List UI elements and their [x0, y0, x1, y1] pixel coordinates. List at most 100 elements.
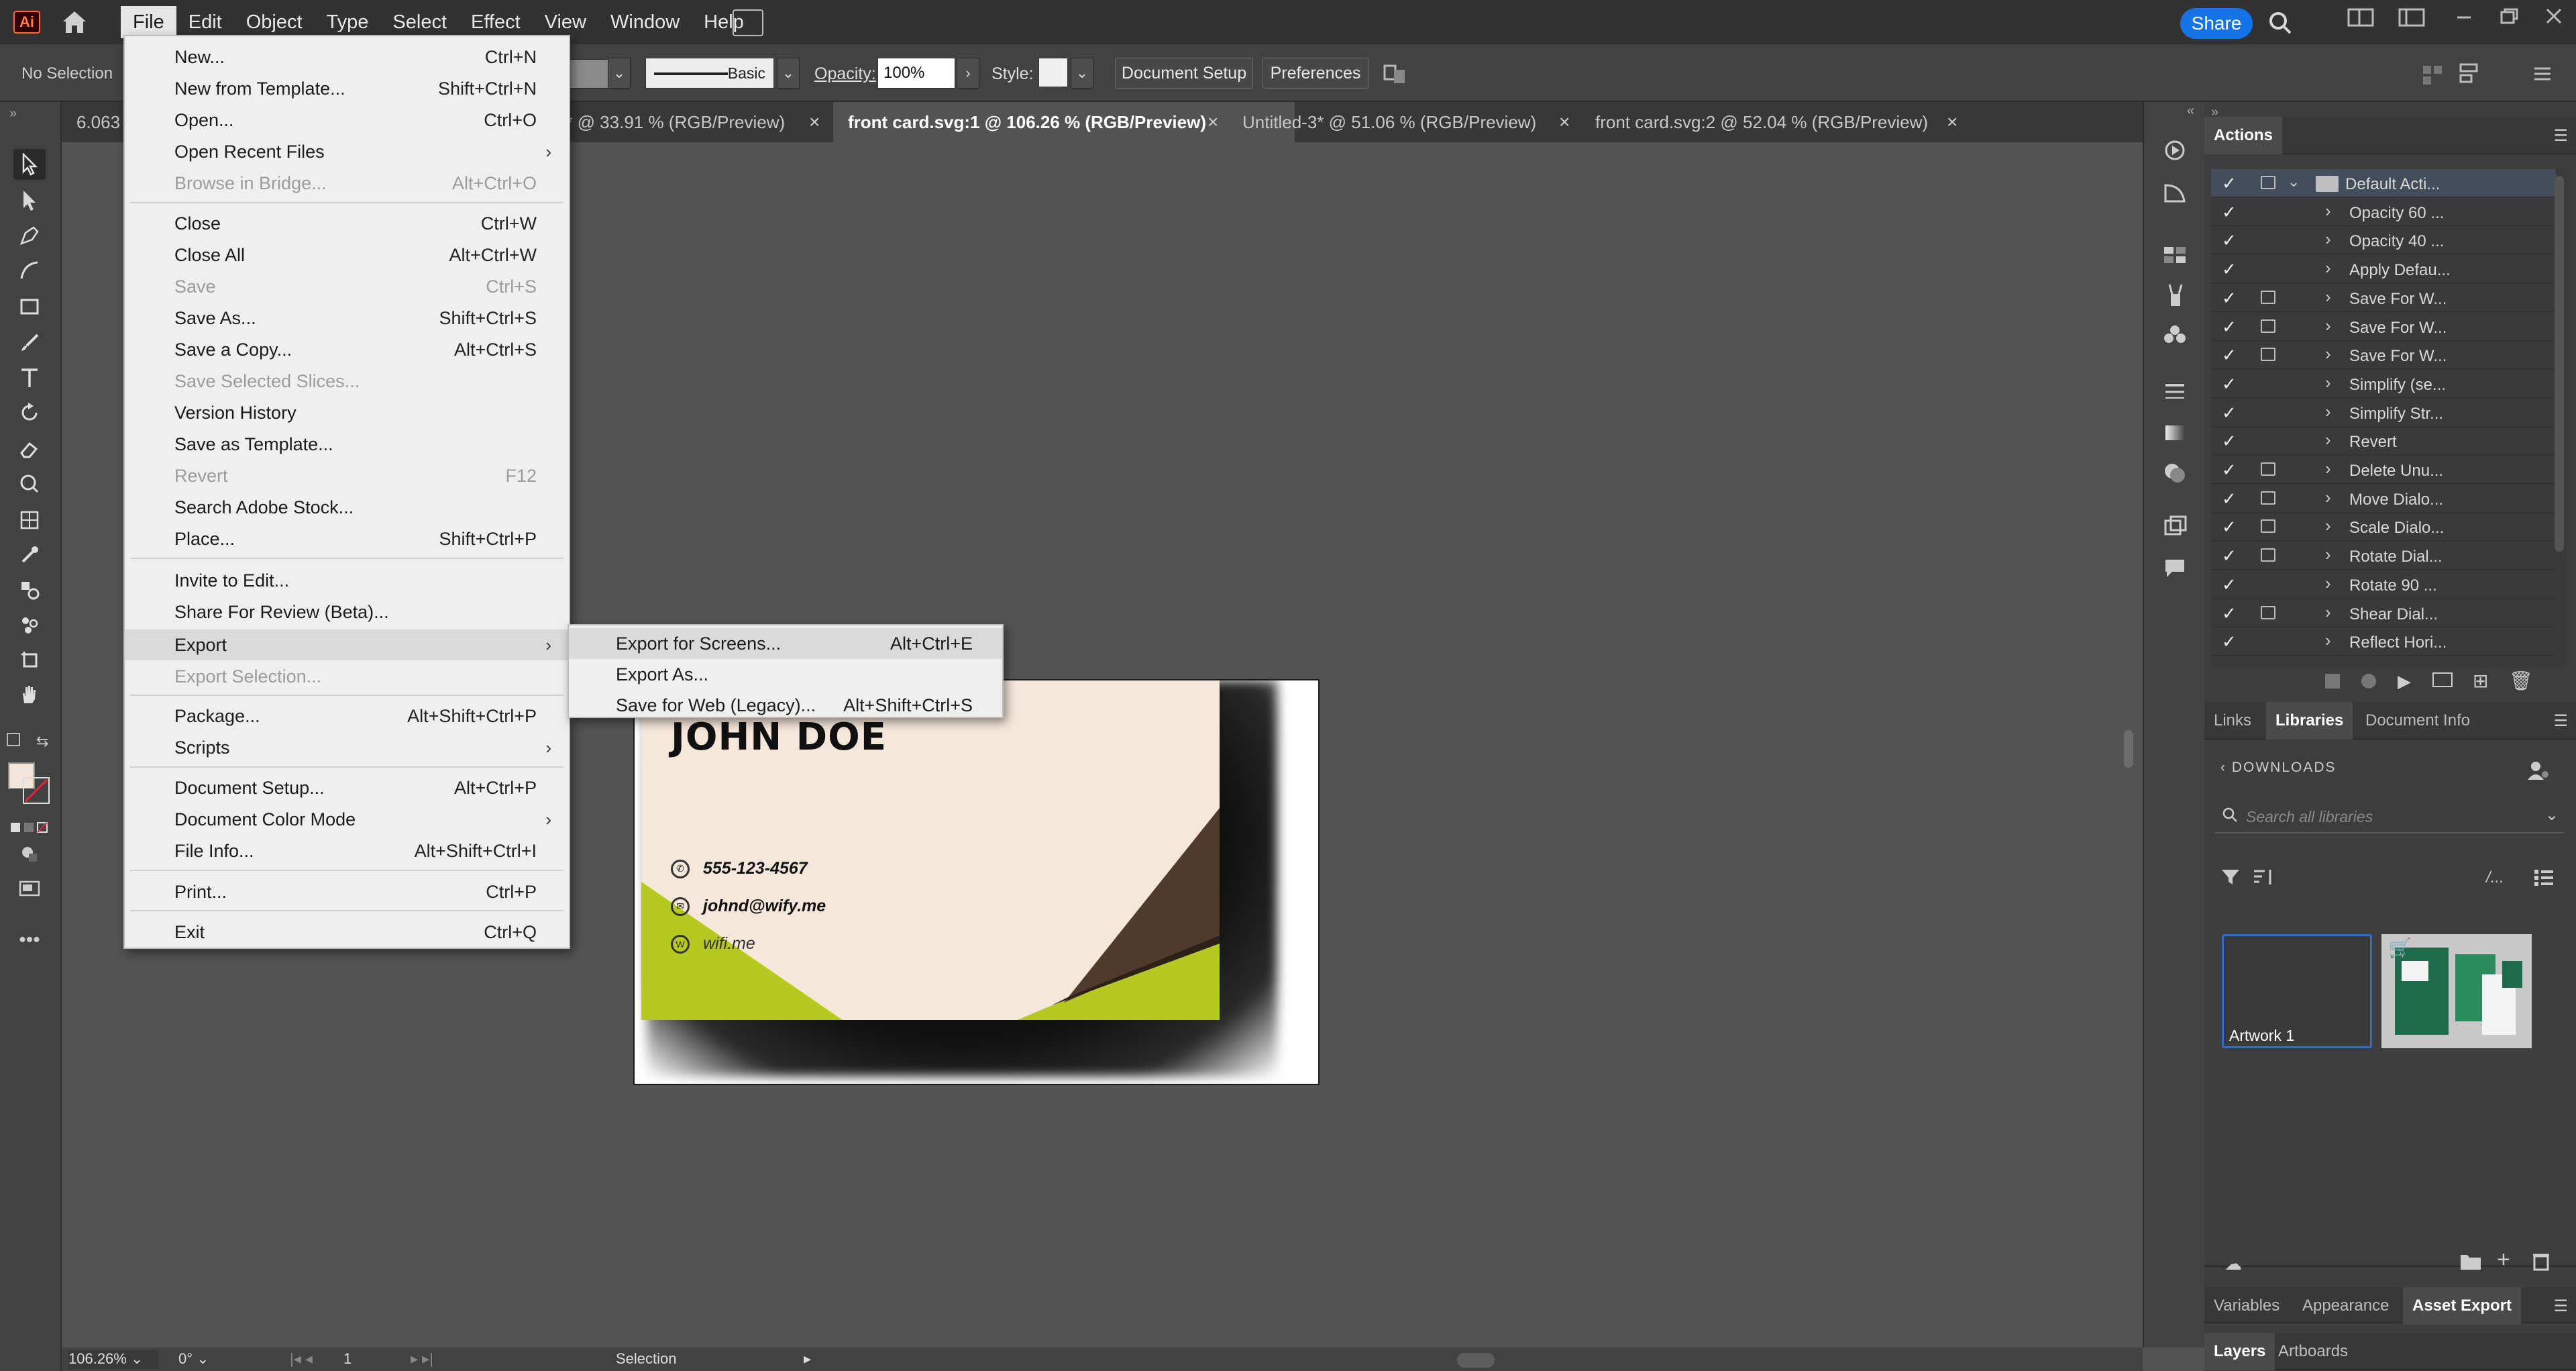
close-tab-icon[interactable]: × [1559, 111, 1570, 133]
expand-action-icon[interactable]: › [2325, 229, 2331, 250]
hand-tool-icon[interactable] [13, 679, 46, 710]
tab-asset-export[interactable]: Asset Export [2403, 1287, 2522, 1325]
toggle-dialog-icon[interactable] [2261, 291, 2275, 304]
arrange-documents-button[interactable] [733, 9, 763, 36]
tab-untitled-3[interactable]: Untitled-3* @ 51.06 % (RGB/Preview) [1228, 102, 1568, 142]
expand-action-icon[interactable]: › [2325, 287, 2331, 307]
toggle-item-icon[interactable]: ✓ [2222, 317, 2237, 338]
tab-document-info[interactable]: Document Info [2356, 702, 2479, 740]
stop-recording-icon[interactable] [2325, 674, 2340, 689]
menu-object[interactable]: Object [234, 6, 315, 38]
action-set-row[interactable]: ✓ ⌄ Default Acti... [2211, 169, 2556, 197]
menu-item-place[interactable]: Place... Shift+Ctrl+P [125, 523, 569, 554]
expand-action-icon[interactable]: › [2325, 630, 2331, 651]
chevron-down-icon[interactable]: ⌄ [2545, 805, 2559, 825]
toggle-item-icon[interactable]: ✓ [2222, 517, 2237, 538]
toggle-item-icon[interactable]: ✓ [2222, 230, 2237, 251]
search-icon[interactable] [2266, 9, 2296, 36]
menu-item-save-copy[interactable]: Save a Copy... Alt+Ctrl+S [125, 334, 569, 365]
minimize-icon[interactable] [2449, 5, 2479, 32]
menu-type[interactable]: Type [315, 6, 381, 38]
menu-item-share-for-review[interactable]: Share For Review (Beta)... [125, 597, 569, 627]
tab-document-1[interactable]: 6.063 [62, 102, 122, 142]
menu-item-save-for-web[interactable]: Save for Web (Legacy)... Alt+Shift+Ctrl+S [569, 690, 1002, 721]
pen-tool-icon[interactable] [13, 220, 46, 251]
expand-action-icon[interactable]: › [2325, 372, 2331, 393]
expand-action-icon[interactable]: › [2325, 487, 2331, 508]
toggle-item-icon[interactable]: ✓ [2222, 173, 2237, 194]
toggle-item-icon[interactable]: ✓ [2222, 202, 2237, 223]
menu-item-version-history[interactable]: Version History [125, 397, 569, 428]
menu-item-new-from-template[interactable]: New from Template... Shift+Ctrl+N [125, 73, 569, 104]
stroke-color-box[interactable] [23, 777, 50, 804]
rectangle-tool-icon[interactable] [13, 291, 46, 322]
tab-libraries[interactable]: Libraries [2266, 702, 2353, 740]
toggle-item-icon[interactable]: ✓ [2222, 489, 2237, 509]
restore-icon[interactable] [2493, 5, 2524, 32]
action-row[interactable]: ✓ › Rotate Dial... [2211, 542, 2556, 570]
menu-item-print[interactable]: Print... Ctrl+P [125, 876, 569, 907]
library-view-toggle[interactable]: /... [2486, 868, 2504, 887]
type-tool-icon[interactable] [13, 362, 46, 393]
actions-scrollbar[interactable] [2555, 176, 2564, 552]
preferences-button[interactable]: Preferences [1263, 58, 1368, 89]
menu-file[interactable]: File [121, 6, 176, 38]
default-colors-icon[interactable] [7, 733, 20, 746]
library-tile-artwork-1[interactable]: Artwork 1 [2222, 934, 2372, 1048]
tab-variables[interactable]: Variables [2204, 1287, 2289, 1325]
selection-tool-icon[interactable] [13, 149, 46, 180]
toggle-item-icon[interactable]: ✓ [2222, 288, 2237, 309]
brush-definition-select[interactable]: Basic [645, 58, 774, 89]
new-set-icon[interactable] [2432, 672, 2453, 687]
toggle-item-icon[interactable]: ✓ [2222, 345, 2237, 366]
paintbrush-tool-icon[interactable] [13, 327, 46, 358]
toggle-item-icon[interactable]: ✓ [2222, 574, 2237, 595]
panel-layout-icon[interactable] [2396, 5, 2427, 32]
toggle-dialog-icon[interactable] [2261, 548, 2275, 562]
expand-action-icon[interactable]: › [2325, 401, 2331, 422]
comments-panel-icon[interactable] [2159, 553, 2191, 582]
warp-tool-icon[interactable] [13, 468, 46, 499]
edit-toolbar-icon[interactable]: ••• [13, 925, 46, 956]
menu-view[interactable]: View [533, 6, 598, 38]
menu-item-export[interactable]: Export › [125, 629, 569, 660]
stroke-color-swatch[interactable] [566, 59, 609, 89]
expand-action-icon[interactable]: › [2325, 429, 2331, 450]
zoom-level-field[interactable]: 106.26% ⌄ [68, 1350, 158, 1369]
artboard-next-icons[interactable]: ▸ ▸| [411, 1350, 451, 1368]
menu-item-package[interactable]: Package... Alt+Shift+Ctrl+P [125, 701, 569, 731]
action-row[interactable]: ✓ › Delete Unu... [2211, 456, 2556, 484]
brush-dropdown[interactable]: ⌄ [777, 58, 800, 89]
cart-icon[interactable]: 🛒 [2388, 937, 2412, 959]
menu-edit[interactable]: Edit [176, 6, 234, 38]
play-icon[interactable]: ▶ [2398, 671, 2411, 692]
swap-colors-icon[interactable]: ⇆ [36, 733, 48, 750]
menu-item-search-adobe-stock[interactable]: Search Adobe Stock... [125, 492, 569, 523]
toggle-item-icon[interactable]: ✓ [2222, 460, 2237, 480]
panel-menu-icon[interactable]: ☰ [2553, 711, 2568, 731]
symbols-panel-icon[interactable] [2159, 321, 2191, 350]
menu-item-export-as[interactable]: Export As... [569, 659, 1002, 690]
toggle-dialog-icon[interactable] [2261, 348, 2275, 361]
share-button[interactable]: Share [2180, 8, 2253, 39]
action-row[interactable]: ✓ › Rotate 90 ... [2211, 570, 2556, 599]
library-breadcrumb[interactable]: ‹ DOWNLOADS [2220, 760, 2337, 776]
artboard-prev-icons[interactable]: |◂ ◂ [290, 1350, 330, 1368]
menu-item-new[interactable]: New... Ctrl+N [125, 42, 569, 72]
opacity-input[interactable]: 100% [877, 58, 955, 89]
draw-mode-icon[interactable] [13, 839, 46, 870]
control-bar-menu-icon[interactable] [2529, 60, 2556, 87]
screen-mode-icon[interactable] [13, 874, 46, 905]
workspace-icon[interactable] [2345, 5, 2376, 32]
tab-links[interactable]: Links [2204, 702, 2261, 740]
rotate-view-field[interactable]: 0° ⌄ [178, 1350, 272, 1369]
expand-action-icon[interactable]: › [2325, 458, 2331, 479]
panel-menu-icon[interactable]: ☰ [2553, 126, 2568, 146]
tab-artboards[interactable]: Artboards [2269, 1333, 2357, 1370]
toggle-dialog-icon[interactable] [2261, 176, 2275, 189]
home-button[interactable] [56, 8, 93, 36]
status-menu-arrow[interactable]: ▸ [804, 1350, 811, 1368]
toggle-item-icon[interactable]: ✓ [2222, 431, 2237, 452]
action-row[interactable]: ✓ › Save For W... [2211, 313, 2556, 341]
curvature-tool-icon[interactable] [13, 255, 46, 286]
